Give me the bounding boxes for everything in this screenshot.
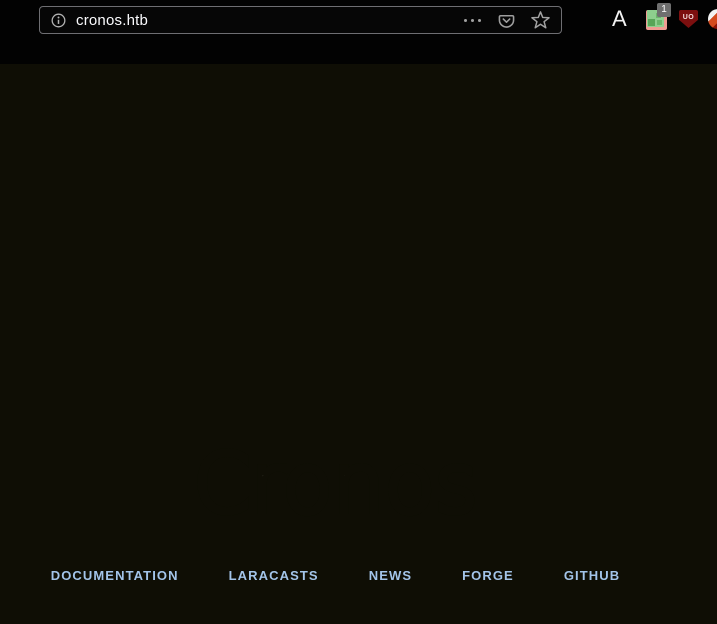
link-news[interactable]: NEWS [344,569,437,582]
link-documentation[interactable]: DOCUMENTATION [26,569,204,582]
ublock-origin-icon[interactable]: UO [679,10,698,28]
bookmark-star-icon[interactable] [531,11,550,30]
address-bar[interactable]: cronos.htb [39,6,562,34]
extension-icon-partial[interactable] [708,9,717,29]
page-actions-icon[interactable] [464,19,481,22]
link-laracasts[interactable]: LARACASTS [204,569,344,582]
url-text[interactable]: cronos.htb [76,12,148,29]
browser-toolbar: cronos.htb A 1 UO [0,0,717,64]
extension-a-icon[interactable]: A [612,5,627,33]
nav-links: DOCUMENTATION LARACASTS NEWS FORGE GITHU… [0,569,671,582]
page-content: Cronos DOCUMENTATION LARACASTS NEWS FORG… [0,64,717,624]
link-forge[interactable]: FORGE [437,569,539,582]
extension-badge: 1 [657,3,671,17]
pocket-icon[interactable] [497,11,516,30]
site-info-icon[interactable] [51,13,66,28]
link-github[interactable]: GITHUB [539,569,645,582]
ublock-label: UO [683,14,695,21]
page-title: Cronos [0,444,671,526]
